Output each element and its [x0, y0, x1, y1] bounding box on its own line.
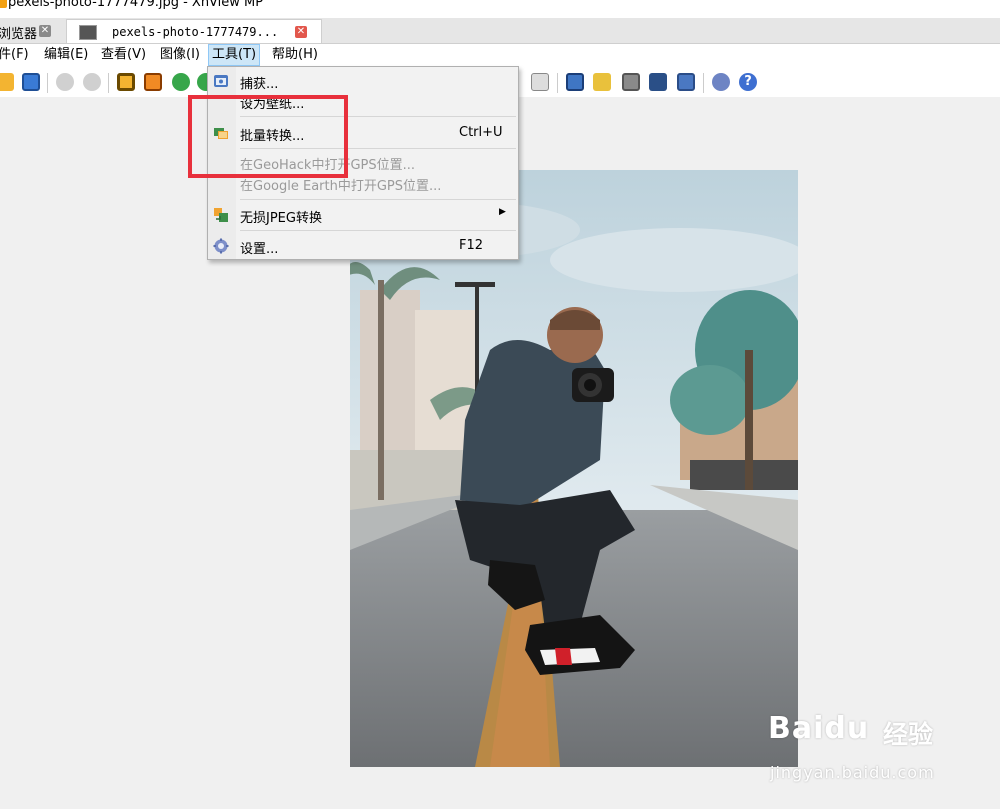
menu-edit[interactable]: 编辑(E) [41, 44, 91, 66]
print-icon[interactable] [622, 73, 640, 91]
capture-icon [213, 73, 229, 89]
menu-item-label: 设置... [240, 242, 279, 257]
tab-image[interactable]: pexels-photo-1777479... ✕ [66, 19, 322, 43]
undo-icon[interactable] [56, 73, 74, 91]
resize-icon[interactable] [144, 73, 162, 91]
close-icon[interactable]: ✕ [295, 26, 307, 38]
lossless-jpeg-icon [213, 207, 229, 223]
tab-label: pexels-photo-1777479... [112, 25, 279, 39]
menu-item-capture[interactable]: 捕获... [208, 70, 518, 92]
menu-item-lossless-jpeg[interactable]: 无损JPEG转换 ▶ [208, 204, 518, 226]
app-icon [0, 0, 7, 8]
scanner-icon[interactable] [649, 73, 667, 91]
info-icon[interactable] [531, 73, 549, 91]
menu-separator [240, 199, 516, 200]
text-tool-icon[interactable] [593, 73, 611, 91]
fullscreen-icon[interactable] [566, 73, 584, 91]
menu-item-settings[interactable]: 设置... F12 [208, 235, 518, 257]
redo-icon[interactable] [83, 73, 101, 91]
gear-icon[interactable] [712, 73, 730, 91]
image-thumbnail-icon [79, 25, 97, 40]
menu-help[interactable]: 帮助(H) [269, 44, 321, 66]
help-icon[interactable]: ? [739, 73, 757, 91]
menu-item-shortcut: Ctrl+U [459, 125, 503, 140]
menu-file[interactable]: 文件(F) [0, 44, 32, 66]
watermark-cn: 经验 [883, 720, 934, 749]
menu-view[interactable]: 查看(V) [98, 44, 149, 66]
tab-bar: 浏览器 ✕ pexels-photo-1777479... ✕ [0, 18, 1000, 44]
crop-icon[interactable] [117, 73, 135, 91]
menu-item-label: 无损JPEG转换 [240, 211, 322, 226]
baidu-watermark: Baidu 经验 jingyan.baidu.com [768, 703, 998, 803]
menu-separator [240, 230, 516, 231]
submenu-arrow-icon: ▶ [499, 207, 506, 217]
close-icon[interactable]: ✕ [39, 25, 51, 37]
tab-label: 浏览器 [0, 27, 38, 42]
menu-bar: 文件(F) 编辑(E) 查看(V) 图像(I) 工具(T) 帮助(H) [0, 44, 1000, 66]
watermark-url: jingyan.baidu.com [770, 763, 935, 782]
rotate-icon[interactable] [172, 73, 190, 91]
watermark-brand: Baidu [768, 711, 870, 746]
annotation-highlight-box [188, 95, 348, 178]
window-title: pexels-photo-1777479.jpg - XnView MP [8, 0, 264, 10]
tab-browser[interactable]: 浏览器 ✕ [0, 19, 65, 43]
menu-item-label: 捕获... [240, 77, 279, 92]
open-folder-icon[interactable] [0, 73, 14, 91]
save-icon[interactable] [22, 73, 40, 91]
menu-image[interactable]: 图像(I) [157, 44, 203, 66]
capture-toolbar-icon[interactable] [677, 73, 695, 91]
menu-tools[interactable]: 工具(T) [208, 44, 261, 66]
title-bar: pexels-photo-1777479.jpg - XnView MP [0, 0, 1000, 18]
settings-gear-icon [213, 238, 229, 254]
menu-item-shortcut: F12 [459, 238, 484, 253]
